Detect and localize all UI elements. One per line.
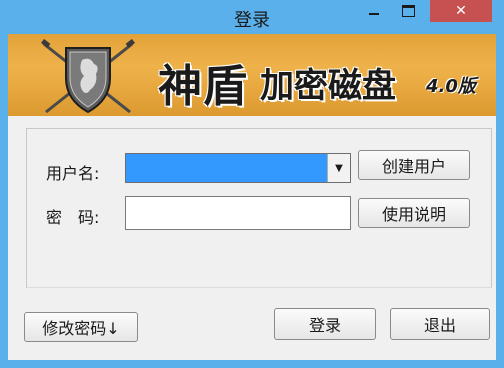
- product-banner: 神盾 加密磁盘 4.0版: [8, 34, 496, 116]
- login-window: 登录 ✕ 神盾 加密磁盘 4.0版 用户名: ▼ 创建用户 密 码: 使用说明 …: [0, 0, 504, 368]
- password-label: 密 码:: [46, 208, 100, 227]
- password-field[interactable]: [125, 196, 351, 230]
- chevron-down-icon[interactable]: ▼: [327, 154, 350, 182]
- minimize-button[interactable]: [360, 0, 388, 22]
- window-title: 登录: [234, 10, 270, 31]
- login-button[interactable]: 登录: [274, 308, 376, 340]
- exit-button[interactable]: 退出: [390, 308, 490, 340]
- change-password-button[interactable]: 修改密码↓: [24, 312, 138, 342]
- login-panel: 用户名: ▼ 创建用户 密 码: 使用说明 修改密码↓ 登录 退出: [8, 116, 496, 360]
- product-version: 4.0版: [426, 76, 476, 97]
- maximize-icon: [401, 5, 415, 17]
- username-combobox[interactable]: ▼: [125, 153, 351, 183]
- close-icon: ✕: [455, 3, 467, 19]
- product-subtitle: 加密磁盘: [260, 66, 396, 106]
- create-user-button[interactable]: 创建用户: [358, 150, 470, 180]
- product-name: 神盾: [158, 61, 248, 112]
- close-button[interactable]: ✕: [430, 0, 492, 22]
- help-button[interactable]: 使用说明: [358, 198, 470, 228]
- title-bar[interactable]: 登录 ✕: [0, 0, 504, 34]
- username-label: 用户名:: [46, 164, 100, 183]
- minimize-icon: [369, 13, 379, 15]
- shield-with-swords-icon: [41, 38, 135, 114]
- maximize-button[interactable]: [394, 0, 422, 22]
